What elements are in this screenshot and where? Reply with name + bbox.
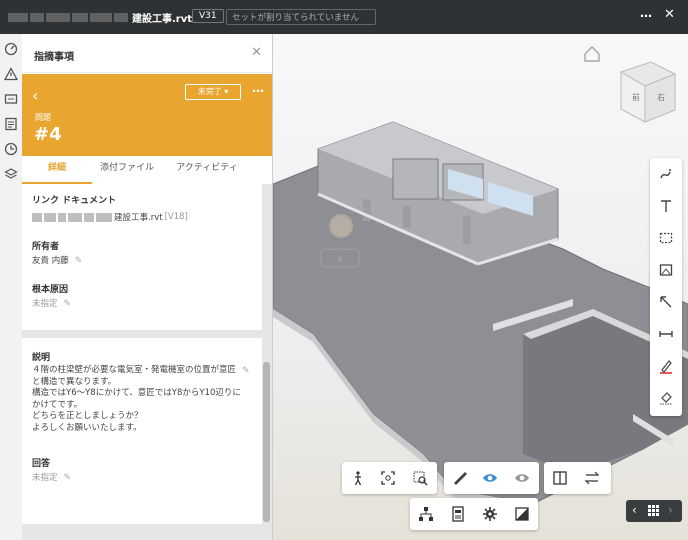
freehand-icon[interactable] [658, 166, 674, 182]
properties-icon[interactable] [450, 506, 466, 522]
owner-label: 所有者 [32, 242, 60, 252]
ruler-icon[interactable] [452, 470, 468, 486]
description-line: よろしくお願いいたします。 [32, 422, 142, 433]
issue-header: ‹ 未完了 ▾ ⋯ 問題 #4 [22, 74, 272, 156]
close-icon[interactable]: ✕ [664, 7, 675, 22]
compare-toolbar [544, 462, 611, 494]
description-card: 説明 ４階の柱梁壁が必要な電気室・発電機室の位置が意匠 と構造で異なります。 構… [22, 338, 262, 524]
issues-icon[interactable] [4, 67, 18, 81]
scrollbar[interactable] [263, 362, 270, 522]
section-box-icon[interactable] [514, 506, 530, 522]
tab-details[interactable]: 詳細 [22, 156, 92, 184]
description-line: かけてです。 [32, 399, 83, 410]
text-icon[interactable] [658, 198, 674, 214]
tab-attachments[interactable]: 添付ファイル [92, 156, 162, 184]
issue-pin-label[interactable]: 4 [337, 255, 343, 265]
zoom-window-icon[interactable] [412, 470, 428, 486]
issue-number: #4 [34, 124, 62, 145]
sheet-navigator: ‹ › [626, 500, 682, 522]
description-line: 構造ではY6～Y8にかけて、意匠ではY8からY10辺りに [32, 388, 241, 398]
settings-gear-icon[interactable] [482, 506, 498, 522]
description-line: と構造で異なります。 [32, 376, 117, 387]
details-scroll-area[interactable]: リンク ドキュメント 建設工事.rvt [V18] 所有者 友貴 内藤 ✎ 根本原… [22, 184, 272, 540]
navigation-toolbar [342, 462, 437, 494]
issue-type: 問題 [35, 113, 51, 122]
model-toolbar [410, 498, 538, 530]
description-label: 説明 [32, 353, 51, 363]
tab-activity[interactable]: アクティビティ [162, 156, 252, 184]
linked-doc-file: 建設工事.rvt [114, 213, 163, 223]
reply-value[interactable]: 未指定 ✎ [32, 471, 71, 483]
more-options-icon[interactable]: ⋯ [640, 9, 652, 23]
grid-icon[interactable] [648, 505, 659, 516]
description-line: ４階の柱梁壁が必要な電気室・発電機室の位置が意匠 [32, 365, 237, 375]
linked-doc-version: [V18] [164, 212, 188, 222]
measure-icon[interactable] [658, 326, 674, 342]
reply-text: 未指定 [32, 473, 58, 483]
fill-bucket-icon[interactable] [658, 390, 674, 406]
clock-icon[interactable] [4, 142, 18, 156]
model-browser-icon[interactable] [418, 506, 434, 522]
description-text: ４階の柱梁壁が必要な電気室・発電機室の位置が意匠 と構造で異なります。 構造では… [32, 365, 242, 434]
caret-down-icon: ▾ [224, 87, 229, 96]
left-icon-rail [0, 34, 23, 540]
reply-label: 回答 [32, 459, 51, 469]
description-line: どちらを正としましょうか？ [32, 411, 143, 421]
file-name-text: 建設工事.rvt [132, 13, 193, 25]
cube-face-front[interactable]: 前 [632, 92, 640, 102]
view-cube[interactable]: 前 右 [619, 61, 677, 123]
issue-tabs: 詳細 添付ファイル アクティビティ [22, 156, 272, 184]
cloud-rect-icon[interactable] [658, 230, 674, 246]
issue-panel: 指摘事項 ✕ ‹ 未完了 ▾ ⋯ 問題 #4 詳細 添付ファイル アクティビティ… [22, 34, 273, 540]
root-cause-text: 未指定 [32, 299, 58, 309]
linked-doc-link[interactable]: 建設工事.rvt [V18] [32, 211, 188, 223]
owner-name: 友貴 内藤 [32, 256, 69, 266]
version-badge[interactable]: V31 [192, 9, 224, 23]
details-card: リンク ドキュメント 建設工事.rvt [V18] 所有者 友貴 内藤 ✎ 根本原… [22, 184, 262, 330]
root-cause-value[interactable]: 未指定 ✎ [32, 297, 71, 309]
swap-icon[interactable] [584, 470, 600, 486]
linked-doc-label: リンク ドキュメント [32, 196, 117, 206]
tools-toolbar [444, 462, 539, 494]
edit-pencil-icon[interactable]: ✎ [64, 299, 72, 309]
pen-icon[interactable] [658, 358, 674, 374]
eye-settings-icon[interactable] [514, 470, 530, 486]
edit-pencil-icon[interactable]: ✎ [242, 366, 250, 376]
dashboard-icon[interactable] [4, 42, 18, 56]
panel-title: 指摘事項 [34, 52, 74, 63]
back-chevron-icon[interactable]: ‹ [32, 86, 38, 105]
eye-icon[interactable] [482, 470, 498, 486]
edit-pencil-icon[interactable]: ✎ [64, 473, 72, 483]
layers-icon[interactable] [4, 167, 18, 181]
owner-value[interactable]: 友貴 内藤 ✎ [32, 254, 82, 266]
panel-header: 指摘事項 ✕ [22, 34, 272, 73]
arrow-icon[interactable] [658, 294, 674, 310]
first-person-icon[interactable] [350, 470, 366, 486]
fit-view-icon[interactable] [380, 470, 396, 486]
root-cause-label: 根本原因 [32, 285, 69, 295]
top-bar: 建設工事.rvt V31 セットが割り当てられていません ⋯ ✕ [0, 0, 688, 34]
status-dropdown[interactable]: 未完了 ▾ [185, 84, 241, 100]
edit-pencil-icon[interactable]: ✎ [75, 256, 83, 266]
split-view-icon[interactable] [552, 470, 568, 486]
rfi-icon[interactable] [4, 92, 18, 106]
document-icon[interactable] [4, 117, 18, 131]
markup-toolbar [650, 158, 682, 416]
file-name: 建設工事.rvt [8, 10, 193, 25]
status-label: 未完了 [197, 87, 222, 96]
panel-close-icon[interactable]: ✕ [251, 45, 262, 60]
chevron-right-icon[interactable]: › [668, 503, 673, 517]
image-callout-icon[interactable] [658, 262, 674, 278]
chevron-left-icon[interactable]: ‹ [632, 503, 637, 517]
cube-face-right[interactable]: 右 [657, 92, 665, 102]
issue-more-icon[interactable]: ⋯ [252, 84, 264, 98]
set-status-field[interactable]: セットが割り当てられていません [226, 9, 376, 25]
home-icon[interactable] [584, 46, 600, 62]
